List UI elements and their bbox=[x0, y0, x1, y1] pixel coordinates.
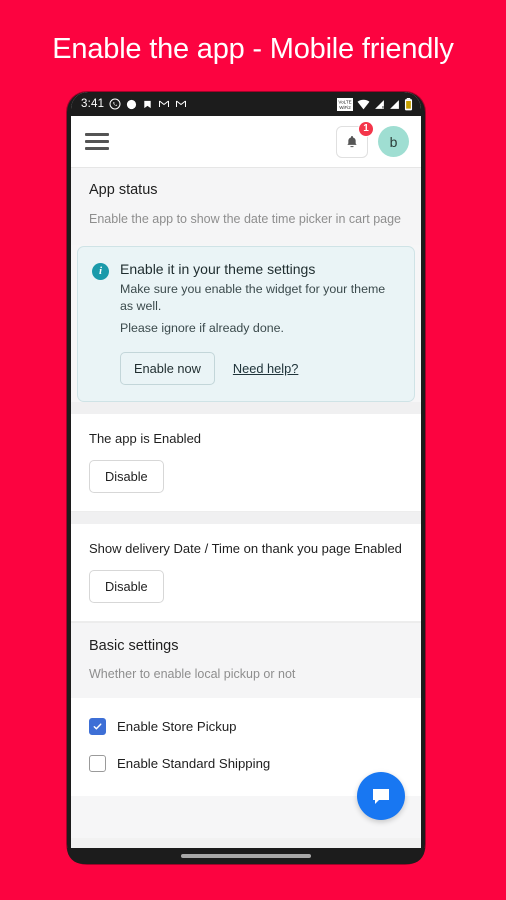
banner-body: Enable it in your theme settings Make su… bbox=[120, 261, 400, 385]
app-enabled-row: The app is Enabled Disable bbox=[71, 413, 421, 512]
wifi-icon bbox=[357, 99, 370, 109]
section-divider bbox=[71, 401, 421, 414]
need-help-link[interactable]: Need help? bbox=[233, 361, 298, 376]
basic-settings-section: Basic settings Whether to enable local p… bbox=[71, 621, 421, 698]
chat-bubble-icon bbox=[373, 789, 389, 804]
signal-icon bbox=[390, 99, 399, 109]
whatsapp-icon bbox=[109, 98, 121, 110]
list-item[interactable]: Enable Standard Shipping bbox=[89, 749, 403, 786]
app-header-actions: 1 b bbox=[336, 120, 409, 158]
signal-roaming-icon: R bbox=[375, 99, 385, 109]
gesture-bar[interactable] bbox=[181, 854, 311, 858]
chat-support-button[interactable] bbox=[357, 772, 405, 820]
banner-actions: Enable now Need help? bbox=[120, 351, 400, 385]
status-bar-right: VoLTE WiFi2 R bbox=[337, 97, 413, 111]
banner-line-2: Please ignore if already done. bbox=[120, 320, 284, 335]
app-status-description: Enable the app to show the date time pic… bbox=[89, 212, 401, 226]
gmail-icon bbox=[176, 100, 187, 107]
svg-text:WiFi2: WiFi2 bbox=[339, 105, 351, 110]
basic-settings-description: Whether to enable local pickup or not bbox=[89, 666, 296, 681]
svg-text:R: R bbox=[382, 105, 385, 109]
phone-chin bbox=[67, 848, 425, 864]
bookmark-icon bbox=[144, 100, 151, 108]
enable-store-pickup-checkbox[interactable] bbox=[89, 717, 106, 735]
menu-bar-1 bbox=[85, 133, 109, 136]
page-title: Enable the app - Mobile friendly bbox=[52, 33, 454, 65]
menu-bar-2 bbox=[85, 140, 109, 143]
svg-text:VoLTE: VoLTE bbox=[338, 99, 351, 104]
theme-settings-banner: i Enable it in your theme settings Make … bbox=[77, 245, 415, 402]
enable-standard-shipping-checkbox[interactable] bbox=[89, 754, 106, 772]
gmail-icon bbox=[159, 100, 170, 107]
app-status-heading: App status bbox=[89, 182, 158, 198]
disable-thankyou-button[interactable]: Disable bbox=[89, 569, 164, 603]
battery-icon bbox=[404, 97, 413, 110]
thankyou-page-row: Show delivery Date / Time on thank you p… bbox=[71, 523, 421, 622]
list-item[interactable]: Enable Store Pickup bbox=[89, 712, 403, 749]
info-circle-icon: i bbox=[92, 262, 109, 280]
circle-icon bbox=[127, 99, 137, 109]
enable-store-pickup-label: Enable Store Pickup bbox=[117, 718, 237, 734]
check-icon bbox=[93, 723, 102, 730]
status-bar-clock: 3:41 bbox=[81, 98, 105, 110]
app-enabled-label: The app is Enabled bbox=[89, 430, 202, 446]
android-status-bar: 3:41 VoLTE WiFi2 R bbox=[71, 92, 421, 116]
notification-bell-icon bbox=[347, 135, 357, 147]
thankyou-page-label: Show delivery Date / Time on thank you p… bbox=[89, 540, 402, 556]
notifications-button[interactable]: 1 bbox=[336, 120, 374, 158]
phone-screen: 3:41 VoLTE WiFi2 R 1 b App status Enable… bbox=[71, 92, 421, 864]
enable-standard-shipping-label: Enable Standard Shipping bbox=[117, 755, 271, 771]
hamburger-menu-icon[interactable] bbox=[85, 129, 109, 154]
enable-now-button[interactable]: Enable now bbox=[120, 351, 215, 385]
basic-settings-heading: Basic settings bbox=[89, 637, 179, 654]
volte-wifi-icon: VoLTEWiFi2 bbox=[337, 97, 353, 111]
notification-badge: 1 bbox=[358, 120, 374, 137]
section-divider bbox=[71, 511, 421, 524]
app-header: 1 b bbox=[71, 116, 421, 168]
app-content: App status Enable the app to show the da… bbox=[71, 168, 421, 838]
disable-app-button[interactable]: Disable bbox=[89, 459, 164, 493]
avatar[interactable]: b bbox=[378, 126, 409, 157]
banner-title: Enable it in your theme settings bbox=[120, 260, 316, 277]
menu-bar-3 bbox=[85, 147, 109, 150]
phone-frame: 3:41 VoLTE WiFi2 R 1 b App status Enable… bbox=[67, 92, 425, 864]
app-status-section: App status Enable the app to show the da… bbox=[71, 168, 421, 245]
status-bar-left: 3:41 bbox=[81, 98, 187, 110]
banner-line-1: Make sure you enable the widget for your… bbox=[120, 281, 386, 314]
